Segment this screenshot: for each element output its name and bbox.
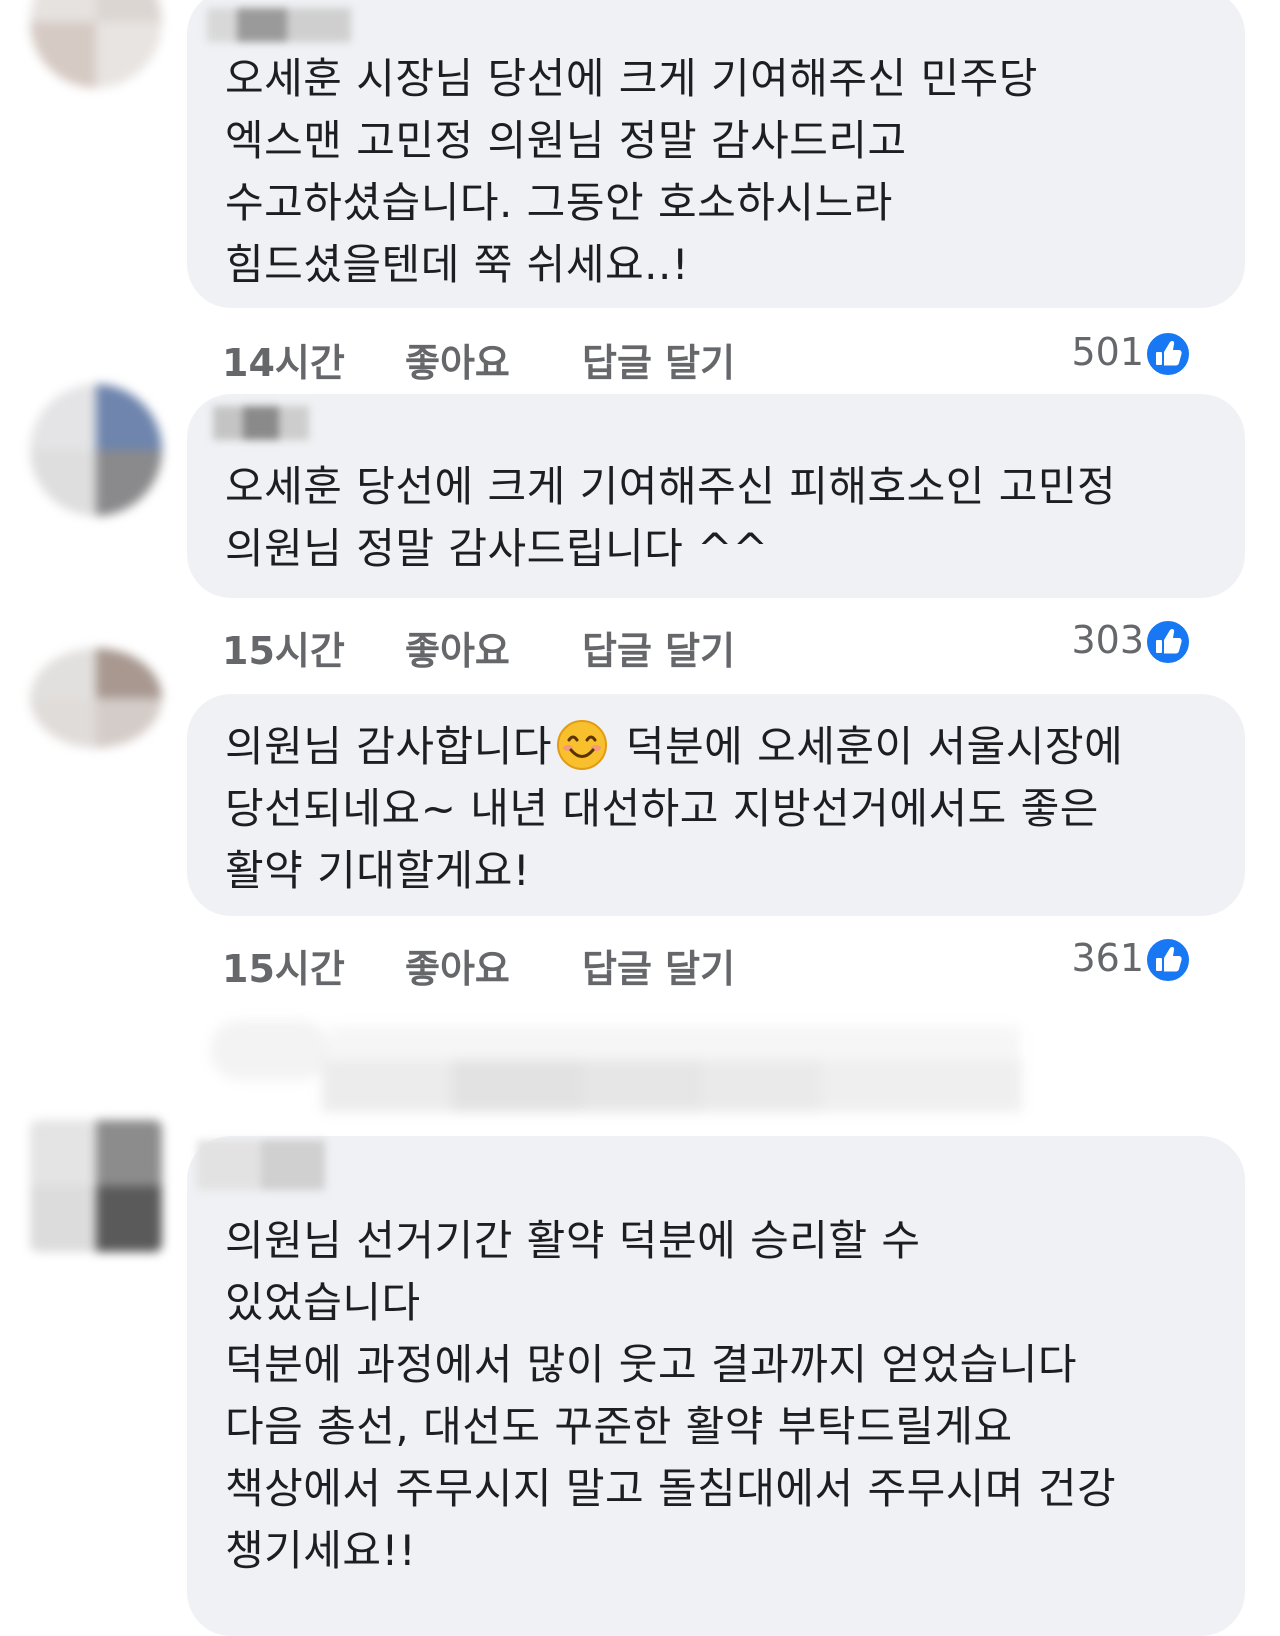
- reaction-count[interactable]: 361: [1071, 936, 1144, 980]
- reply-button[interactable]: 답글 달기: [582, 938, 735, 993]
- comment-bubble: 오세훈 시장님 당선에 크게 기여해주신 민주당 엑스맨 고민정 의원님 정말 …: [187, 0, 1245, 308]
- comment-text: 의원님 감사합니다 덕분에 오세훈이 서울시장에 당선되네요~ 내년 대선하고 …: [225, 716, 1215, 902]
- comment-timestamp[interactable]: 15시간: [222, 938, 345, 993]
- thumbs-up-icon[interactable]: [1144, 936, 1192, 984]
- comment-actions: 15시간 좋아요 답글 달기 361: [222, 930, 1222, 993]
- comment-text: 의원님 선거기간 활약 덕분에 승리할 수 있었습니다 덕분에 과정에서 많이 …: [225, 1216, 1117, 1575]
- comment-text: 오세훈 시장님 당선에 크게 기여해주신 민주당 엑스맨 고민정 의원님 정말 …: [225, 54, 1038, 289]
- comment-timestamp[interactable]: 14시간: [222, 332, 345, 387]
- avatar[interactable]: [30, 384, 162, 516]
- author-name-blurred[interactable]: [197, 1140, 325, 1190]
- reply-button[interactable]: 답글 달기: [582, 332, 735, 387]
- avatar[interactable]: [30, 0, 162, 88]
- redacted-reply: [210, 1020, 1030, 1116]
- like-button[interactable]: 좋아요: [405, 332, 510, 387]
- avatar[interactable]: [30, 1120, 162, 1252]
- author-name-blurred[interactable]: [207, 8, 351, 42]
- avatar[interactable]: [30, 648, 162, 748]
- comment-timestamp[interactable]: 15시간: [222, 620, 345, 675]
- thumbs-up-icon[interactable]: [1144, 618, 1192, 666]
- reply-button[interactable]: 답글 달기: [582, 620, 735, 675]
- comment-bubble: 의원님 감사합니다 덕분에 오세훈이 서울시장에 당선되네요~ 내년 대선하고 …: [187, 694, 1245, 916]
- like-button[interactable]: 좋아요: [405, 938, 510, 993]
- comment-text-part: 의원님 감사합니다: [225, 722, 552, 771]
- comment-actions: 14시간 좋아요 답글 달기 501: [222, 324, 1222, 387]
- comment-text: 오세훈 당선에 크게 기여해주신 피해호소인 고민정 의원님 정말 감사드립니다…: [225, 462, 1117, 573]
- smiling-face-icon: [556, 720, 607, 770]
- reaction-count[interactable]: 303: [1071, 618, 1144, 662]
- like-button[interactable]: 좋아요: [405, 620, 510, 675]
- thumbs-up-icon[interactable]: [1144, 330, 1192, 378]
- comment-actions: 15시간 좋아요 답글 달기 303: [222, 612, 1222, 675]
- author-name-blurred[interactable]: [213, 406, 309, 440]
- comment-bubble: 오세훈 당선에 크게 기여해주신 피해호소인 고민정 의원님 정말 감사드립니다…: [187, 394, 1245, 598]
- reaction-count[interactable]: 501: [1071, 330, 1144, 374]
- comment-bubble: 의원님 선거기간 활약 덕분에 승리할 수 있었습니다 덕분에 과정에서 많이 …: [187, 1136, 1245, 1636]
